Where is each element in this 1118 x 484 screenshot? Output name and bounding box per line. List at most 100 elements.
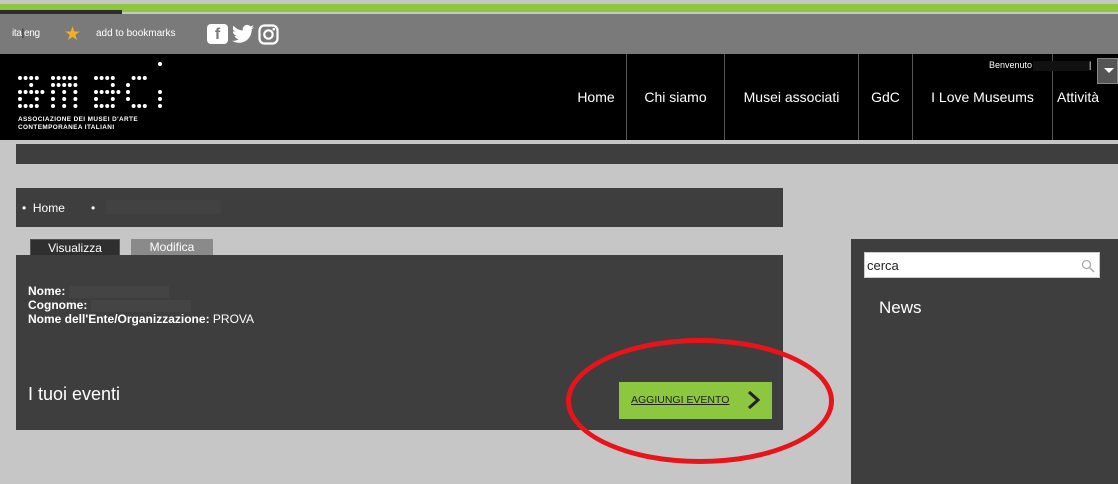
logo-dot — [158, 90, 162, 94]
logo-dot — [34, 97, 39, 101]
instagram-icon[interactable] — [258, 24, 279, 45]
header-separator: | — [1089, 60, 1092, 70]
breadcrumb-home-label: Home — [32, 201, 65, 215]
breadcrumb: • Home • — [16, 188, 783, 227]
logo-dot — [99, 76, 104, 80]
cognome-label: Cognome — [28, 298, 84, 312]
tab-visualizza[interactable]: Visualizza — [30, 239, 120, 255]
green-accent-bar — [0, 4, 1118, 12]
logo-dot — [73, 90, 78, 94]
breadcrumb-bullet: • — [22, 201, 27, 215]
logo-dot — [131, 104, 136, 108]
logo-dot — [126, 90, 130, 94]
logo-dot — [67, 76, 72, 80]
logo-dot — [126, 83, 130, 87]
nome-value-redacted — [68, 285, 169, 298]
logo-dot — [105, 104, 110, 108]
search-icon[interactable] — [1081, 259, 1095, 273]
cognome-value-redacted — [90, 299, 191, 312]
logo-dot — [73, 104, 78, 108]
logo-dot — [29, 76, 34, 80]
logo-dot — [105, 76, 110, 80]
search-box[interactable]: cerca — [864, 252, 1100, 278]
search-input[interactable]: cerca — [867, 258, 899, 273]
logo-dot — [51, 76, 55, 80]
logo-dot — [94, 90, 98, 94]
nav-musei-associati[interactable]: Musei associati — [724, 54, 858, 140]
logo-dot — [116, 90, 121, 94]
lang-ita-link[interactable]: ita — [12, 28, 22, 39]
logo-dot — [126, 97, 130, 101]
facebook-icon[interactable]: f — [207, 24, 228, 44]
twitter-icon[interactable] — [232, 24, 254, 44]
lang-eng-link[interactable]: eng — [24, 28, 40, 39]
logo-dot — [67, 83, 72, 87]
nav-chi-siamo[interactable]: Chi siamo — [626, 54, 724, 140]
breadcrumb-home[interactable]: • Home — [22, 201, 65, 215]
logo-dot — [137, 76, 142, 80]
ente-row: Nome dell'Ente/Organizzazione: PROVA — [28, 312, 255, 326]
logo-dot — [110, 104, 115, 108]
logo-tagline-2: CONTEMPORANEA ITALIANI — [18, 124, 115, 131]
logo-dot — [73, 76, 78, 80]
logo-dot — [62, 83, 67, 87]
nome-label: Nome — [28, 284, 62, 298]
amaci-logo[interactable]: ASSOCIAZIONE DEI MUSEI D'ARTE CONTEMPORA… — [16, 58, 176, 138]
site-header: ASSOCIAZIONE DEI MUSEI D'ARTE CONTEMPORA… — [0, 54, 1118, 140]
logo-dot — [137, 104, 142, 108]
red-circle-annotation — [566, 338, 834, 464]
language-switcher: ita|eng — [12, 28, 40, 39]
logo-dot — [34, 104, 39, 108]
logo-dot — [34, 90, 39, 94]
logo-dot — [51, 104, 55, 108]
nav-home[interactable]: Home — [566, 54, 626, 140]
user-menu-dropdown[interactable] — [1097, 58, 1118, 84]
logo-dot — [51, 97, 55, 101]
logo-dot — [131, 76, 136, 80]
logo-dot — [62, 104, 67, 108]
logo-dot — [62, 76, 67, 80]
logo-dot — [99, 90, 104, 94]
logo-dot — [158, 97, 162, 101]
logo-dot — [29, 83, 34, 87]
news-title: News — [879, 298, 922, 317]
logo-dot — [142, 76, 147, 80]
logo-dot — [99, 104, 104, 108]
logo-dot — [142, 104, 147, 108]
amaci-logo-mark — [18, 62, 162, 108]
add-to-bookmarks-link[interactable]: add to bookmarks — [96, 28, 176, 39]
utility-bar: ita|eng ★ add to bookmarks f — [0, 14, 1118, 54]
events-title: I tuoi eventi — [28, 384, 121, 404]
nav-gdc[interactable]: GdC — [858, 54, 912, 140]
logo-tagline-1: ASSOCIAZIONE DEI MUSEI D'ARTE — [18, 116, 138, 123]
logo-dot — [62, 90, 67, 94]
logo-dot — [110, 97, 115, 101]
welcome-text: Benvenuto — [989, 60, 1033, 70]
logo-dot — [105, 90, 110, 94]
tab-modifica[interactable]: Modifica — [131, 239, 213, 255]
logo-dot — [73, 97, 78, 101]
logo-dot — [94, 76, 98, 80]
ente-label: Nome dell'Ente/Organizzazione — [28, 312, 206, 326]
logo-dot — [56, 83, 61, 87]
logo-dot — [94, 104, 98, 108]
sub-navigation-bar — [16, 144, 1118, 164]
logo-dot — [18, 104, 22, 108]
logo-dot — [158, 62, 162, 66]
user-name-redacted — [1033, 61, 1091, 71]
top-accent-strip — [0, 0, 1118, 14]
logo-dot — [18, 90, 22, 94]
logo-dot — [29, 90, 34, 94]
breadcrumb-current-redacted — [106, 200, 221, 214]
logo-dot — [62, 97, 67, 101]
logo-dot — [18, 97, 22, 101]
logo-dot — [18, 76, 22, 80]
logo-dot — [40, 90, 45, 94]
cognome-row: Cognome: — [28, 298, 191, 312]
star-icon[interactable]: ★ — [64, 25, 84, 45]
logo-dot — [110, 83, 115, 87]
logo-dot — [34, 76, 39, 80]
ente-value: PROVA — [212, 312, 255, 326]
logo-dot — [73, 83, 78, 87]
logo-dot — [51, 90, 55, 94]
